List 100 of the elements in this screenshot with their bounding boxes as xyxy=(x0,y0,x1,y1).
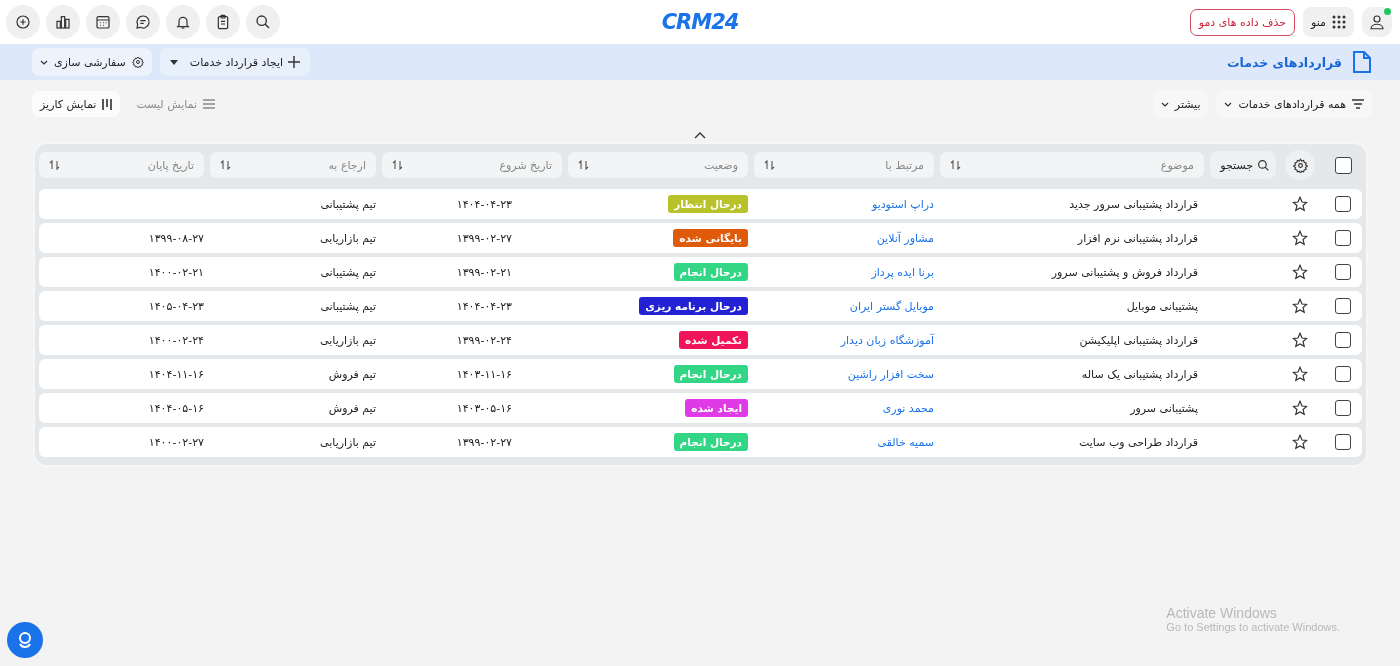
chat-icon xyxy=(135,14,151,30)
row-checkbox[interactable] xyxy=(1335,264,1351,280)
table-cell: تیم فروش xyxy=(328,367,376,381)
table-row[interactable]: قرارداد پشتیبانی سرور جدید دراپ استودیو درحال انتظار ۱۴۰۴-۰۴-۲۳ تیم پشتیبانی xyxy=(39,189,1362,219)
view-tab[interactable]: نمایش کاریز xyxy=(32,91,121,117)
table-cell: ۱۴۰۳-۰۵-۱۶ xyxy=(456,401,512,415)
table-row[interactable]: قرارداد پشتیبانی یک ساله سخت افزار راشین درحال انجام ۱۴۰۳-۱۱-۱۶ تیم فروش ۱۴۰۴-۱۱-۱۶ xyxy=(39,359,1362,389)
calendar-button[interactable] xyxy=(86,5,120,39)
delete-demo-button[interactable]: حذف داده های دمو xyxy=(1189,8,1296,36)
table-cell: قرارداد پشتیبانی اپلیکیشن xyxy=(1079,333,1198,347)
table-cell: قرارداد پشتیبانی یک ساله xyxy=(1081,367,1198,381)
star-icon[interactable] xyxy=(1292,196,1308,212)
table-cell: قرارداد فروش و پشتیبانی سرور xyxy=(1051,265,1198,279)
star-icon[interactable] xyxy=(1292,230,1308,246)
filter-icon xyxy=(1352,99,1364,109)
status-badge: درحال برنامه ریزی xyxy=(639,296,748,315)
user-button[interactable] xyxy=(1362,7,1392,37)
table-cell: قرارداد پشتیبانی سرور جدید xyxy=(1069,197,1198,211)
table-cell: تیم بازاریابی xyxy=(320,231,376,245)
related-link[interactable]: سمیه خالقی xyxy=(877,435,934,449)
add-button[interactable] xyxy=(6,5,40,39)
sort-icon xyxy=(764,160,775,170)
table-row[interactable]: پشتیبانی سرور محمد نوری ایجاد شده ۱۴۰۳-۰۵-۱۶ تیم فروش ۱۴۰۴-۰۵-۱۶ xyxy=(39,393,1362,423)
user-icon xyxy=(1368,13,1386,31)
table-row[interactable]: قرارداد فروش و پشتیبانی سرور برنا ایده پرداز درحال انجام ۱۳۹۹-۰۲-۲۱ تیم پشتیبانی ۱۴۰۰-۰۲-۲۱ xyxy=(39,257,1362,287)
table-cell: ۱۴۰۵-۰۴-۲۳ xyxy=(148,299,204,313)
star-icon[interactable] xyxy=(1292,264,1308,280)
table-cell: ۱۴۰۴-۰۴-۲۳ xyxy=(456,299,512,313)
table-search-button[interactable]: جستجو xyxy=(1210,151,1276,179)
chevron-down-icon xyxy=(1160,101,1169,107)
related-link[interactable]: موبایل گستر ایران xyxy=(849,299,934,313)
chevron-down-icon xyxy=(1224,101,1233,107)
star-icon[interactable] xyxy=(1292,434,1308,450)
star-icon[interactable] xyxy=(1292,400,1308,416)
search-icon xyxy=(255,14,271,30)
table-cell: ۱۴۰۴-۰۴-۲۳ xyxy=(456,197,512,211)
row-checkbox[interactable] xyxy=(1335,332,1351,348)
related-link[interactable]: آموزشگاه زبان دیدار xyxy=(840,333,934,347)
row-checkbox[interactable] xyxy=(1335,434,1351,450)
bar-chart-icon xyxy=(55,14,71,30)
activation-notice-text: Go to Settings to activate Windows. xyxy=(1166,621,1340,633)
view-tab[interactable]: نمایش لیست xyxy=(128,91,224,117)
star-icon[interactable] xyxy=(1292,298,1308,314)
search-button[interactable] xyxy=(246,5,280,39)
column-header[interactable]: وضعیت xyxy=(568,152,748,178)
notifications-button[interactable] xyxy=(166,5,200,39)
star-icon[interactable] xyxy=(1292,366,1308,382)
filter-dropdown[interactable]: همه قراردادهای خدمات xyxy=(1216,90,1372,118)
related-link[interactable]: محمد نوری xyxy=(882,401,934,415)
table-row[interactable]: پشتیبانی موبایل موبایل گستر ایران درحال برنامه ریزی ۱۴۰۴-۰۴-۲۳ تیم پشتیبانی ۱۴۰۵-۰۴-۲۳ xyxy=(39,291,1362,321)
sort-icon xyxy=(49,160,60,170)
related-link[interactable]: مشاور آنلاین xyxy=(876,231,934,245)
table-cell: ۱۳۹۹-۰۸-۲۷ xyxy=(148,231,204,245)
column-header[interactable]: تاریخ شروع xyxy=(382,152,562,178)
star-icon[interactable] xyxy=(1292,332,1308,348)
support-button[interactable] xyxy=(7,622,43,658)
clipboard-button[interactable] xyxy=(206,5,240,39)
column-header[interactable]: مرتبط با xyxy=(754,152,934,178)
table-cell: ۱۳۹۹-۰۲-۲۱ xyxy=(456,265,512,279)
table-cell: ۱۳۹۹-۰۲-۲۷ xyxy=(456,231,512,245)
document-icon xyxy=(1352,50,1372,74)
create-contract-button[interactable]: ایجاد قرارداد خدمات xyxy=(189,55,300,69)
related-link[interactable]: سخت افزار راشین xyxy=(847,367,934,381)
row-checkbox[interactable] xyxy=(1335,298,1351,314)
related-link[interactable]: دراپ استودیو xyxy=(871,197,934,211)
table-row[interactable]: قرارداد پشتیبانی نرم افزار مشاور آنلاین بایگانی شده ۱۳۹۹-۰۲-۲۷ تیم بازاریابی ۱۳۹۹-۰۸-۲۷ xyxy=(39,223,1362,253)
settings-button[interactable] xyxy=(1285,150,1315,180)
select-all-checkbox[interactable] xyxy=(1334,156,1352,174)
status-badge: درحال انجام xyxy=(673,262,748,281)
page-title: قراردادهای خدمات xyxy=(1227,54,1342,70)
status-badge: درحال انتظار xyxy=(668,194,748,213)
sort-icon xyxy=(392,160,403,170)
settings-icon xyxy=(1292,157,1308,173)
related-link[interactable]: برنا ایده پرداز xyxy=(871,265,934,279)
grid-icon xyxy=(1332,15,1346,29)
table-cell: پشتیبانی موبایل xyxy=(1126,299,1198,313)
chevron-down-icon xyxy=(40,59,48,65)
collapse-icon[interactable] xyxy=(694,131,706,139)
row-checkbox[interactable] xyxy=(1335,230,1351,246)
table-cell: تیم پشتیبانی xyxy=(320,265,376,279)
table-cell: ۱۴۰۴-۰۵-۱۶ xyxy=(148,401,204,415)
more-dropdown[interactable]: بیشتر xyxy=(1152,90,1209,118)
column-header[interactable]: ارجاع به xyxy=(210,152,376,178)
row-checkbox[interactable] xyxy=(1335,196,1351,212)
column-header[interactable]: موضوع xyxy=(940,152,1204,178)
chart-button[interactable] xyxy=(46,5,80,39)
menu-button[interactable]: منو xyxy=(1303,7,1354,37)
status-badge: تکمیل شده xyxy=(679,330,748,349)
row-checkbox[interactable] xyxy=(1335,366,1351,382)
dropdown-caret-icon[interactable] xyxy=(169,59,178,65)
table-row[interactable]: قرارداد پشتیبانی اپلیکیشن آموزشگاه زبان دیدار تکمیل شده ۱۳۹۹-۰۲-۲۴ تیم بازاریابی ۱۴۰۰-۰۲-۲۴ xyxy=(39,325,1362,355)
table-cell: پشتیبانی سرور xyxy=(1130,401,1198,415)
table-cell: تیم بازاریابی xyxy=(320,435,376,449)
status-badge: درحال انجام xyxy=(673,364,748,383)
column-header[interactable]: تاریخ پایان xyxy=(39,152,204,178)
table-row[interactable]: قرارداد طراحی وب سایت سمیه خالقی درحال انجام ۱۳۹۹-۰۲-۲۷ تیم بازاریابی ۱۴۰۰-۰۲-۲۷ xyxy=(39,427,1362,457)
customize-button[interactable]: سفارشی سازی xyxy=(32,48,152,76)
row-checkbox[interactable] xyxy=(1335,400,1351,416)
chat-button[interactable] xyxy=(126,5,160,39)
status-badge: بایگانی شده xyxy=(673,228,748,247)
